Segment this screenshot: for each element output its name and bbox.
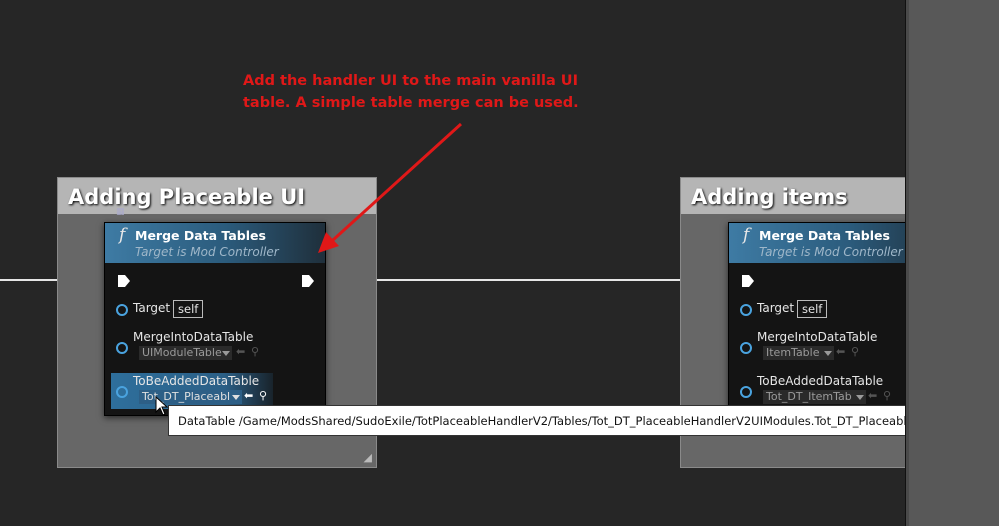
asset-path-tooltip: DataTable /Game/ModsShared/SudoExile/Tot… [168,405,958,436]
blueprint-graph-canvas[interactable]: Adding Placeable UI ◢ Adding items ▦ f M… [0,0,958,526]
right-panel-inner [909,0,999,526]
annotation-arrow-icon [318,122,463,253]
mouse-cursor-icon [155,396,169,416]
right-side-panel [905,0,999,526]
